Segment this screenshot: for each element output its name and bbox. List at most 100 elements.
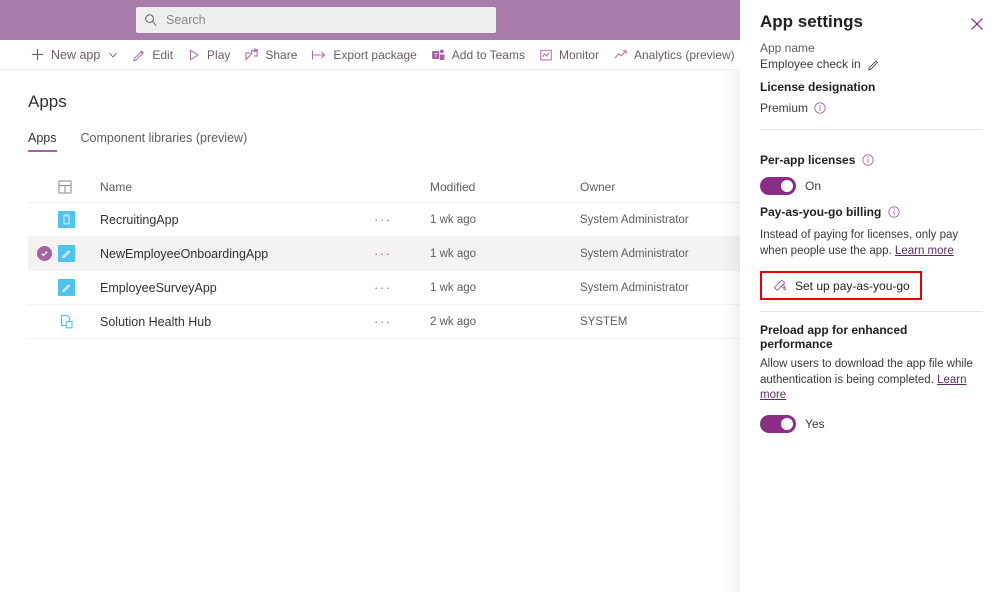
- plus-icon: [30, 47, 45, 62]
- analytics-label: Analytics (preview): [634, 48, 735, 62]
- search-input[interactable]: [166, 13, 488, 27]
- play-button[interactable]: Play: [180, 40, 237, 70]
- toggle-knob: [781, 180, 793, 192]
- preload-section: Preload app for enhanced performance All…: [760, 323, 982, 433]
- per-app-licenses-header: Per-app licenses: [760, 153, 982, 167]
- check-circle-icon: [37, 246, 52, 261]
- row-owner: System Administrator: [580, 282, 740, 294]
- main-content: Apps Apps Component libraries (preview) …: [0, 71, 740, 592]
- pay-as-you-go-section: Pay-as-you-go billing Instead of paying …: [760, 205, 982, 300]
- tab-list: Apps Component libraries (preview): [28, 131, 247, 152]
- teams-icon: T: [431, 47, 446, 62]
- canvas-app-icon: [58, 245, 75, 262]
- row-owner: SYSTEM: [580, 316, 740, 328]
- per-app-licenses-toggle[interactable]: [760, 177, 796, 195]
- row-modified: 1 wk ago: [430, 282, 580, 294]
- export-package-label: Export package: [333, 48, 416, 62]
- header-name[interactable]: Name: [86, 180, 374, 194]
- svg-text:T: T: [434, 53, 438, 60]
- grid-icon: [58, 180, 72, 194]
- row-select[interactable]: [28, 246, 58, 261]
- add-to-teams-label: Add to Teams: [452, 48, 525, 62]
- canvas-app-icon: [58, 279, 75, 296]
- page-title: Apps: [28, 92, 67, 112]
- pay-as-you-go-highlight: Set up pay-as-you-go: [760, 271, 922, 300]
- row-app-name[interactable]: RecruitingApp: [86, 213, 374, 227]
- search-icon: [144, 13, 158, 27]
- info-icon[interactable]: [814, 102, 826, 114]
- export-package-button[interactable]: Export package: [304, 40, 423, 70]
- analytics-icon: [613, 48, 628, 62]
- per-app-licenses-toggle-label: On: [805, 179, 821, 193]
- preload-toggle-label: Yes: [805, 417, 825, 431]
- row-app-name[interactable]: Solution Health Hub: [86, 315, 374, 329]
- row-owner: System Administrator: [580, 248, 740, 260]
- row-owner: System Administrator: [580, 214, 740, 226]
- new-app-label: New app: [51, 48, 100, 62]
- table-header-row: Name Modified Owner: [28, 172, 740, 203]
- header-modified[interactable]: Modified: [430, 180, 580, 194]
- tab-apps[interactable]: Apps: [28, 131, 57, 152]
- preload-toggle[interactable]: [760, 415, 796, 433]
- monitor-label: Monitor: [559, 48, 599, 62]
- pencil-icon[interactable]: [867, 58, 880, 71]
- info-icon[interactable]: [888, 206, 900, 218]
- new-app-button[interactable]: New app: [26, 40, 125, 70]
- row-modified: 2 wk ago: [430, 316, 580, 328]
- license-designation-value-row: Premium: [760, 101, 982, 115]
- pay-as-you-go-label: Pay-as-you-go billing: [760, 205, 881, 219]
- pay-as-you-go-header: Pay-as-you-go billing: [760, 205, 982, 219]
- per-app-licenses-toggle-row: On: [760, 177, 982, 195]
- row-modified: 1 wk ago: [430, 248, 580, 260]
- row-more-actions[interactable]: ···: [374, 212, 430, 227]
- row-app-icon: [58, 245, 86, 262]
- license-designation-section: License designation Premium: [760, 80, 982, 115]
- close-icon: [970, 17, 984, 31]
- row-app-icon: [58, 279, 86, 296]
- row-more-actions[interactable]: ···: [374, 280, 430, 295]
- analytics-button[interactable]: Analytics (preview): [606, 40, 742, 70]
- app-name-label: App name: [760, 41, 982, 55]
- divider-2: [760, 311, 982, 312]
- pay-as-you-go-learn-more-link[interactable]: Learn more: [895, 245, 954, 257]
- row-app-name[interactable]: EmployeeSurveyApp: [86, 281, 374, 295]
- header-grid-column[interactable]: [58, 180, 86, 194]
- license-designation-label: License designation: [760, 80, 982, 94]
- share-icon: [244, 47, 259, 62]
- setup-pay-as-you-go-label: Set up pay-as-you-go: [795, 279, 910, 293]
- setup-pay-as-you-go-button[interactable]: Set up pay-as-you-go: [762, 273, 920, 298]
- apps-table: Name Modified Owner RecruitingApp ··· 1 …: [28, 172, 740, 339]
- chevron-down-icon: [108, 50, 118, 60]
- divider-1: [760, 129, 982, 130]
- toggle-knob: [781, 418, 793, 430]
- edit-button[interactable]: Edit: [125, 40, 180, 70]
- edit-label: Edit: [152, 48, 173, 62]
- search-box[interactable]: [136, 7, 496, 33]
- row-app-icon: [58, 313, 86, 330]
- solution-icon: [58, 313, 75, 330]
- table-row[interactable]: Solution Health Hub ··· 2 wk ago SYSTEM: [28, 305, 740, 339]
- per-app-licenses-section: Per-app licenses On: [760, 153, 982, 195]
- close-button[interactable]: [966, 13, 988, 35]
- share-button[interactable]: Share: [237, 40, 304, 70]
- canvas-app-icon: [58, 211, 75, 228]
- info-icon[interactable]: [862, 154, 874, 166]
- preload-toggle-row: Yes: [760, 415, 982, 433]
- monitor-button[interactable]: Monitor: [532, 40, 606, 70]
- monitor-icon: [539, 48, 553, 62]
- header-owner[interactable]: Owner: [580, 180, 740, 194]
- add-to-teams-button[interactable]: T Add to Teams: [424, 40, 532, 70]
- row-more-actions[interactable]: ···: [374, 314, 430, 329]
- payg-icon: [772, 278, 787, 293]
- pencil-icon: [132, 48, 146, 62]
- app-name-value: Employee check in: [760, 57, 861, 71]
- row-more-actions[interactable]: ···: [374, 246, 430, 261]
- tab-component-libraries[interactable]: Component libraries (preview): [81, 131, 248, 152]
- panel-title: App settings: [760, 12, 863, 32]
- row-app-name[interactable]: NewEmployeeOnboardingApp: [86, 247, 374, 261]
- row-app-icon: [58, 211, 86, 228]
- preload-label: Preload app for enhanced performance: [760, 323, 982, 351]
- table-row[interactable]: RecruitingApp ··· 1 wk ago System Admini…: [28, 203, 740, 237]
- table-row[interactable]: EmployeeSurveyApp ··· 1 wk ago System Ad…: [28, 271, 740, 305]
- table-row[interactable]: NewEmployeeOnboardingApp ··· 1 wk ago Sy…: [28, 237, 740, 271]
